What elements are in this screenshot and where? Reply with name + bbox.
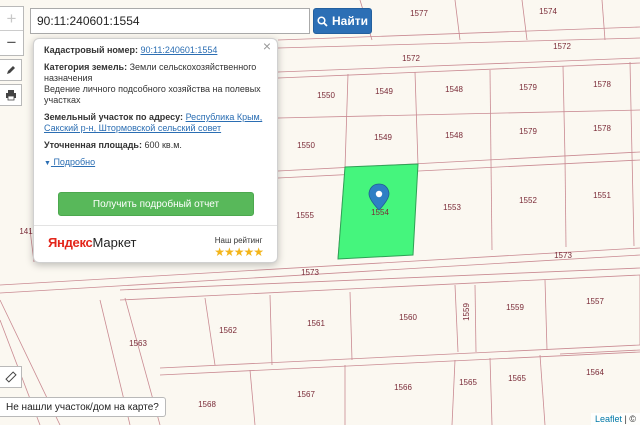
svg-text:1568: 1568 (198, 400, 216, 409)
search-icon (317, 15, 328, 27)
svg-text:1564: 1564 (586, 368, 604, 377)
zoom-out-button[interactable]: − (0, 31, 23, 55)
parcel-info-popup: × Кадастровый номер: 90:11:240601:1554 К… (33, 38, 278, 263)
search-input[interactable]: 90:11:240601:1554 (30, 8, 310, 34)
ruler-icon (4, 371, 17, 383)
edit-button[interactable] (0, 59, 22, 81)
details-toggle[interactable]: ▼ Подробно (44, 157, 267, 169)
leaflet-link[interactable]: Leaflet (595, 414, 622, 424)
svg-text:1562: 1562 (219, 326, 237, 335)
svg-text:1567: 1567 (297, 390, 315, 399)
details-link: Подробно (53, 157, 96, 167)
printer-icon (5, 90, 16, 101)
svg-text:1554: 1554 (371, 208, 389, 217)
zoom-control: + − (0, 6, 24, 56)
address-row: Земельный участок по адресу: Республика … (44, 112, 267, 134)
svg-text:1565: 1565 (508, 374, 526, 383)
yandex-market-logo[interactable]: ЯндексМаркет (48, 235, 137, 250)
map-attribution: Leaflet | © (590, 413, 640, 425)
svg-text:1550: 1550 (297, 141, 315, 150)
svg-text:1579: 1579 (519, 83, 537, 92)
svg-text:1574: 1574 (539, 7, 557, 16)
area-value: 600 кв.м. (144, 140, 182, 150)
cadastral-number-link[interactable]: 90:11:240601:1554 (140, 45, 217, 55)
svg-text:1550: 1550 (317, 91, 335, 100)
close-icon[interactable]: × (263, 39, 271, 53)
svg-text:1572: 1572 (553, 42, 571, 51)
svg-text:1578: 1578 (593, 80, 611, 89)
cadastral-label: Кадастровый номер: (44, 45, 138, 55)
svg-text:1573: 1573 (554, 251, 572, 260)
svg-text:1563: 1563 (129, 339, 147, 348)
svg-text:1549: 1549 (374, 133, 392, 142)
svg-text:1552: 1552 (519, 196, 537, 205)
svg-text:1555: 1555 (296, 211, 314, 220)
category-label: Категория земель: (44, 62, 128, 72)
search-button[interactable]: Найти (313, 8, 372, 34)
get-report-button[interactable]: Получить подробный отчет (58, 192, 254, 216)
rating-block[interactable]: Наш рейтинг ★★★★★ (214, 235, 264, 259)
svg-text:1553: 1553 (443, 203, 461, 212)
zoom-in-button[interactable]: + (0, 7, 23, 31)
svg-text:1548: 1548 (445, 85, 463, 94)
svg-text:1551: 1551 (593, 191, 611, 200)
category-row: Категория земель: Земли сельскохозяйстве… (44, 62, 267, 106)
address-label: Земельный участок по адресу: (44, 112, 184, 122)
svg-text:1566: 1566 (394, 383, 412, 392)
svg-text:1565: 1565 (459, 378, 477, 387)
logo-part-market: Маркет (92, 235, 137, 250)
area-row: Уточненная площадь: 600 кв.м. (44, 140, 267, 151)
cadastral-row: Кадастровый номер: 90:11:240601:1554 (44, 45, 267, 56)
svg-text:1557: 1557 (586, 297, 604, 306)
svg-text:1561: 1561 (307, 319, 325, 328)
svg-text:1549: 1549 (375, 87, 393, 96)
svg-text:1572: 1572 (402, 54, 420, 63)
triangle-down-icon: ▼ (44, 160, 51, 167)
svg-text:1559: 1559 (506, 303, 524, 312)
popup-divider (34, 225, 277, 226)
svg-text:1577: 1577 (410, 9, 428, 18)
svg-text:1579: 1579 (519, 127, 537, 136)
svg-text:1548: 1548 (445, 131, 463, 140)
svg-text:1573: 1573 (301, 268, 319, 277)
search-button-label: Найти (332, 14, 368, 28)
print-button[interactable] (0, 84, 22, 106)
svg-text:141: 141 (19, 227, 33, 236)
not-found-button[interactable]: Не нашли участок/дом на карте? (0, 397, 166, 417)
star-rating-icon: ★★★★★ (214, 245, 264, 259)
ruler-button[interactable] (0, 366, 22, 388)
land-use-value: Ведение личного подсобного хозяйства на … (44, 84, 261, 105)
svg-text:1578: 1578 (593, 124, 611, 133)
attribution-text: | © (624, 414, 636, 424)
pencil-icon (6, 66, 15, 74)
logo-part-yandex: Яндекс (48, 235, 93, 250)
area-label: Уточненная площадь: (44, 140, 142, 150)
svg-text:1560: 1560 (399, 313, 417, 322)
svg-text:1559: 1559 (462, 303, 471, 321)
